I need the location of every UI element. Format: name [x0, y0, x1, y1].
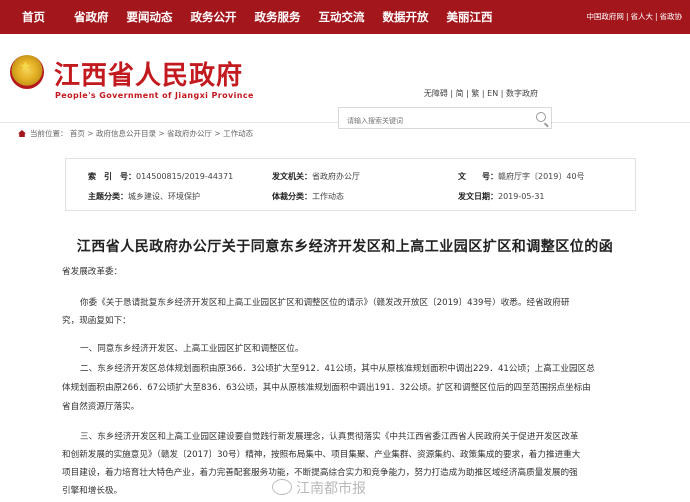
link-digital-government[interactable]: 数字政府 — [506, 89, 538, 98]
document-metadata: 索 引 号：014500815/2019-44371 发文机关：省政府办公厅 文… — [65, 158, 636, 211]
document-title: 江西省人民政府办公厅关于同意东乡经济开发区和上高工业园区扩区和调整区位的函 — [76, 239, 614, 255]
breadcrumb: 当前位置： 首页 > 政府信息公开目录 > 省政府办公厅 > 工作动态 — [18, 128, 253, 139]
paragraph-1-line-1: 你委《关于恳请批复东乡经济开发区和上高工业园区扩区和调整区位的请示》（赣发改开放… — [80, 298, 570, 308]
home-icon — [18, 130, 26, 137]
link-central-government[interactable]: 中国政府网 — [584, 12, 626, 21]
nav-interaction[interactable]: 互动交流 — [310, 0, 374, 34]
link-english[interactable]: EN — [487, 89, 498, 98]
nav-beautiful-jiangxi[interactable]: 美丽江西 — [438, 0, 502, 34]
paragraph-4-line-2: 和创新发展的实施意见》（赣发〔2017〕30号）精神，按照布局集中、项目集聚、产… — [62, 450, 581, 460]
nav-open-data[interactable]: 数据开放 — [374, 0, 438, 34]
link-traditional[interactable]: 繁 — [471, 89, 479, 98]
meta-topic: 主题分类：城乡建设、环境保护 — [88, 192, 200, 201]
breadcrumb-office[interactable]: 省政府办公厅 — [167, 129, 212, 138]
meta-genre: 体裁分类：工作动态 — [272, 192, 344, 201]
external-links: 中国政府网 | 省人大 | 省政协 — [584, 12, 685, 21]
top-navigation: 首页 省政府 要闻动态 政务公开 政务服务 互动交流 数据开放 美丽江西 中国政… — [0, 0, 690, 34]
nav-news[interactable]: 要闻动态 — [118, 0, 182, 34]
link-provincial-cppcc[interactable]: 省政协 — [658, 12, 685, 21]
paragraph-1-line-2: 究，现函复如下： — [62, 316, 131, 326]
watermark-text: 江南都市报 — [296, 481, 366, 497]
breadcrumb-work-news[interactable]: 工作动态 — [223, 129, 253, 138]
meta-issuing-organ: 发文机关：省政府办公厅 — [272, 172, 360, 181]
nav-government-affairs-disclosure[interactable]: 政务公开 — [182, 0, 246, 34]
breadcrumb-home[interactable]: 首页 — [70, 129, 85, 138]
link-simplified[interactable]: 简 — [456, 89, 464, 98]
weibo-icon — [272, 479, 292, 495]
salutation: 省发展改革委： — [62, 267, 123, 277]
paragraph-3-line-3: 省自然资源厅落实。 — [62, 402, 140, 412]
paragraph-3-line-2: 体规划面积由原266．67公顷扩大至836．63公顷，其中从原核准规划面积中调出… — [62, 383, 591, 393]
nav-province-government[interactable]: 省政府 — [65, 0, 118, 34]
nav-government-services[interactable]: 政务服务 — [246, 0, 310, 34]
breadcrumb-label: 当前位置： — [30, 129, 68, 138]
meta-document-number: 文 号：赣府厅字〔2019〕40号 — [458, 172, 585, 181]
search-icon[interactable] — [536, 112, 546, 122]
paragraph-2: 一、同意东乡经济开发区、上高工业园区扩区和调整区位。 — [80, 344, 304, 354]
site-title[interactable]: 江西省人民政府 — [54, 55, 243, 92]
nav-home[interactable]: 首页 — [0, 0, 65, 34]
paragraph-3-line-1: 二、东乡经济开发区总体规划面积由原366．3公顷扩大至912．41公顷，其中从原… — [80, 364, 595, 374]
national-emblem-icon: ★ — [10, 55, 44, 89]
breadcrumb-directory[interactable]: 政府信息公开目录 — [96, 129, 156, 138]
meta-index: 索 引 号：014500815/2019-44371 — [88, 172, 234, 181]
meta-date: 发文日期：2019-05-31 — [458, 192, 545, 201]
link-provincial-congress[interactable]: 省人大 — [628, 12, 655, 21]
paragraph-4-line-1: 三、东乡经济开发区和上高工业园区建设要自觉践行新发展理念，认真贯彻落实《中共江西… — [80, 432, 579, 442]
search-input[interactable] — [339, 112, 517, 130]
site-subtitle: People's Government of Jiangxi Province — [55, 91, 254, 100]
link-accessibility[interactable]: 无障碍 — [424, 89, 448, 98]
accessibility-language-links: 无障碍 | 简 | 繁 | EN | 数字政府 — [423, 89, 538, 98]
watermark: 江南都市报 — [272, 478, 366, 498]
search-box — [338, 107, 552, 130]
